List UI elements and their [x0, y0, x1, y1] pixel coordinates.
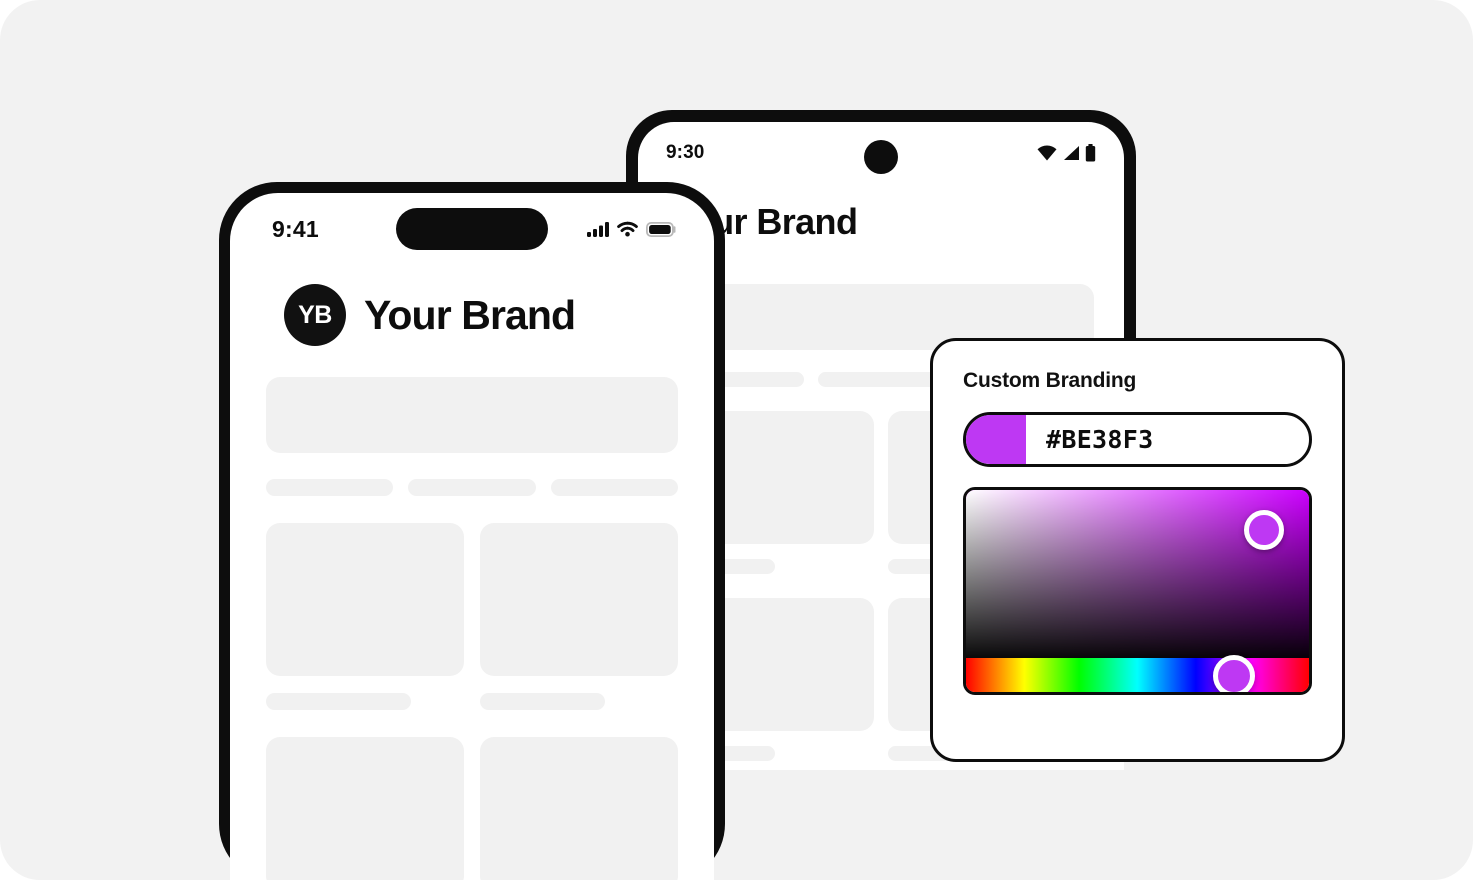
skeleton-banner [266, 377, 678, 453]
color-swatch[interactable] [966, 415, 1026, 464]
cellular-signal-icon [587, 222, 609, 237]
hue-slider[interactable] [966, 655, 1309, 692]
hex-input-row[interactable]: #BE38F3 [963, 412, 1312, 467]
android-status-icons [1037, 144, 1096, 162]
iphone-status-icons [587, 221, 676, 237]
skeleton-label [266, 693, 411, 710]
hue-slider-handle[interactable] [1212, 655, 1255, 692]
skeleton-card-row [266, 523, 678, 676]
hex-input[interactable]: #BE38F3 [1026, 425, 1309, 454]
canvas-background: 9:30 Your Brand 9:41 YB Your Brand Custo… [0, 0, 1473, 880]
saturation-value-field[interactable] [966, 490, 1309, 664]
battery-icon [1085, 144, 1096, 162]
cellular-signal-icon [1064, 146, 1079, 160]
battery-icon [646, 221, 676, 237]
skeleton-label [480, 693, 605, 710]
iphone-brand-title: Your Brand [364, 291, 576, 338]
iphone-content-skeleton [230, 365, 714, 880]
android-status-time: 9:30 [666, 142, 705, 163]
avatar: YB [284, 284, 346, 346]
panel-title: Custom Branding [963, 369, 1137, 392]
iphone-screen: 9:41 YB Your Brand [230, 193, 714, 880]
custom-branding-panel: Custom Branding #BE38F3 [930, 338, 1345, 762]
wifi-icon [617, 221, 638, 237]
skeleton-chip [550, 479, 678, 496]
iphone-app-header: YB Your Brand [230, 265, 714, 365]
skeleton-card [266, 523, 464, 676]
skeleton-chip-row [266, 479, 678, 496]
color-picker-area[interactable] [963, 487, 1312, 695]
wifi-icon [1037, 145, 1057, 161]
skeleton-card-row [266, 737, 678, 880]
skeleton-chip [266, 479, 394, 496]
dynamic-island-icon [396, 208, 548, 250]
skeleton-card [480, 523, 678, 676]
skeleton-chip [408, 479, 536, 496]
skeleton-label-row [266, 693, 678, 710]
skeleton-card [480, 737, 678, 880]
skeleton-card [266, 737, 464, 880]
android-status-bar: 9:30 [638, 122, 1124, 184]
iphone-device-frame: 9:41 YB Your Brand [219, 182, 725, 880]
punch-hole-camera-icon [864, 140, 898, 174]
iphone-status-time: 9:41 [272, 215, 319, 242]
iphone-status-bar: 9:41 [230, 193, 714, 265]
